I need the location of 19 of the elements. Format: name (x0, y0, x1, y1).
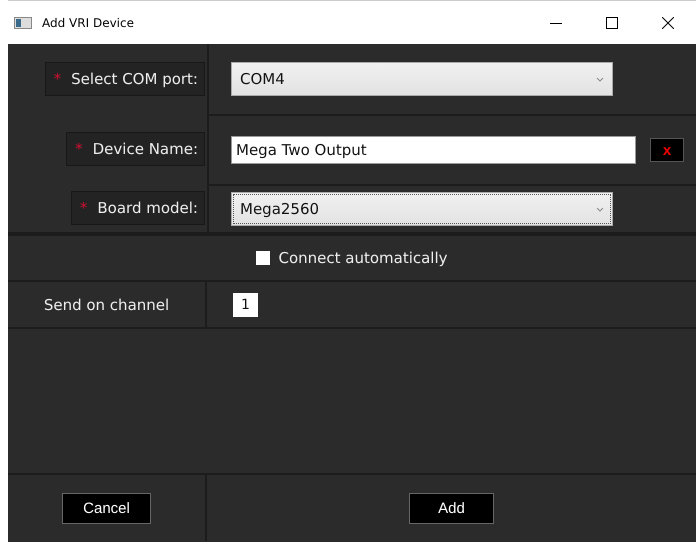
app-icon (14, 16, 32, 28)
checkbox[interactable] (256, 251, 270, 265)
field-label: * Select COM port: (44, 62, 205, 96)
chevron-icon (596, 206, 604, 212)
checkbox-label: Connect automatically (278, 249, 448, 267)
maximize-icon[interactable] (606, 16, 618, 28)
field-label: * Board model: (70, 191, 205, 225)
field-label: Send on channel (44, 296, 170, 314)
chevron-icon (596, 76, 604, 82)
cancel-button[interactable]: Cancel (62, 492, 151, 524)
channel-field[interactable]: 1 (233, 292, 258, 316)
field-label: * Device Name: (66, 132, 205, 166)
dropdown[interactable]: COM4 (231, 62, 613, 96)
text-field[interactable]: Mega Two Output (231, 136, 636, 164)
clear-button[interactable]: x (650, 138, 684, 162)
window-title: Add VRI Device (42, 16, 135, 30)
close-icon[interactable] (662, 16, 674, 28)
dropdown[interactable]: Mega2560 (231, 192, 613, 226)
add-button[interactable]: Add (409, 492, 494, 524)
